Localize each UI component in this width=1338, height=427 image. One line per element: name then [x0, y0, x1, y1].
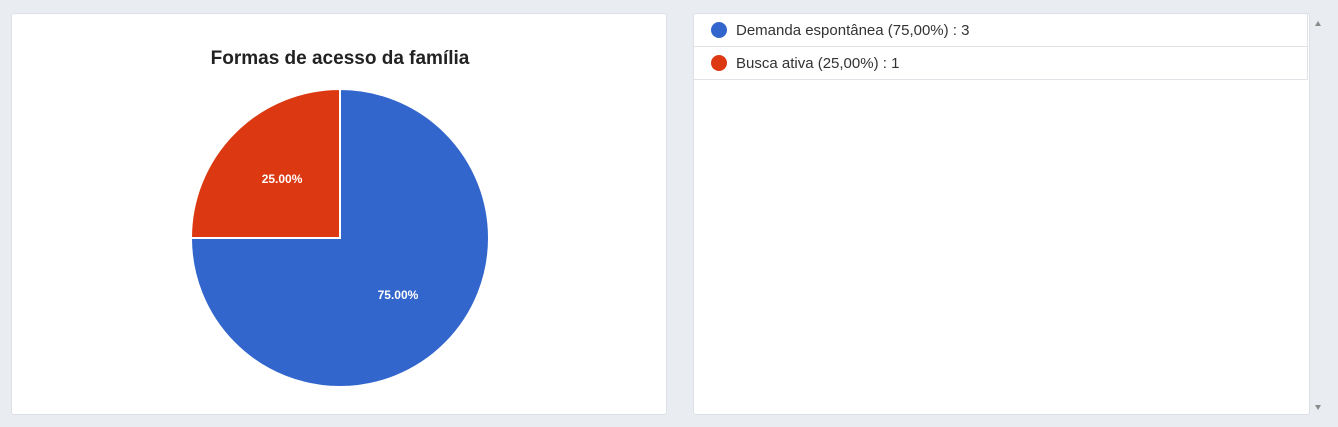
legend-item-demanda-espontanea[interactable]: Demanda espontânea (75,00%) : 3	[694, 14, 1308, 47]
scroll-down-arrow-icon[interactable]	[1315, 405, 1321, 410]
legend-dot-icon	[711, 22, 727, 38]
legend-panel: Demanda espontânea (75,00%) : 3 Busca at…	[693, 13, 1310, 415]
legend-list: Demanda espontânea (75,00%) : 3 Busca at…	[694, 14, 1308, 80]
scroll-up-arrow-icon[interactable]	[1315, 21, 1321, 26]
pie-slice-label-0: 75.00%	[378, 288, 419, 302]
pie-chart: 75.00% 25.00%	[189, 87, 490, 388]
legend-item-label: Busca ativa (25,00%) : 1	[736, 54, 900, 72]
legend-item-label: Demanda espontânea (75,00%) : 3	[736, 21, 970, 39]
legend-dot-icon	[711, 55, 727, 71]
legend-item-busca-ativa[interactable]: Busca ativa (25,00%) : 1	[694, 47, 1308, 80]
legend-scrollbar[interactable]	[1310, 13, 1327, 415]
pie-slice-label-1: 25.00%	[262, 172, 303, 186]
chart-card: Formas de acesso da família 75.00% 25.00%	[11, 13, 667, 415]
pie-slice-1[interactable]	[189, 87, 341, 239]
